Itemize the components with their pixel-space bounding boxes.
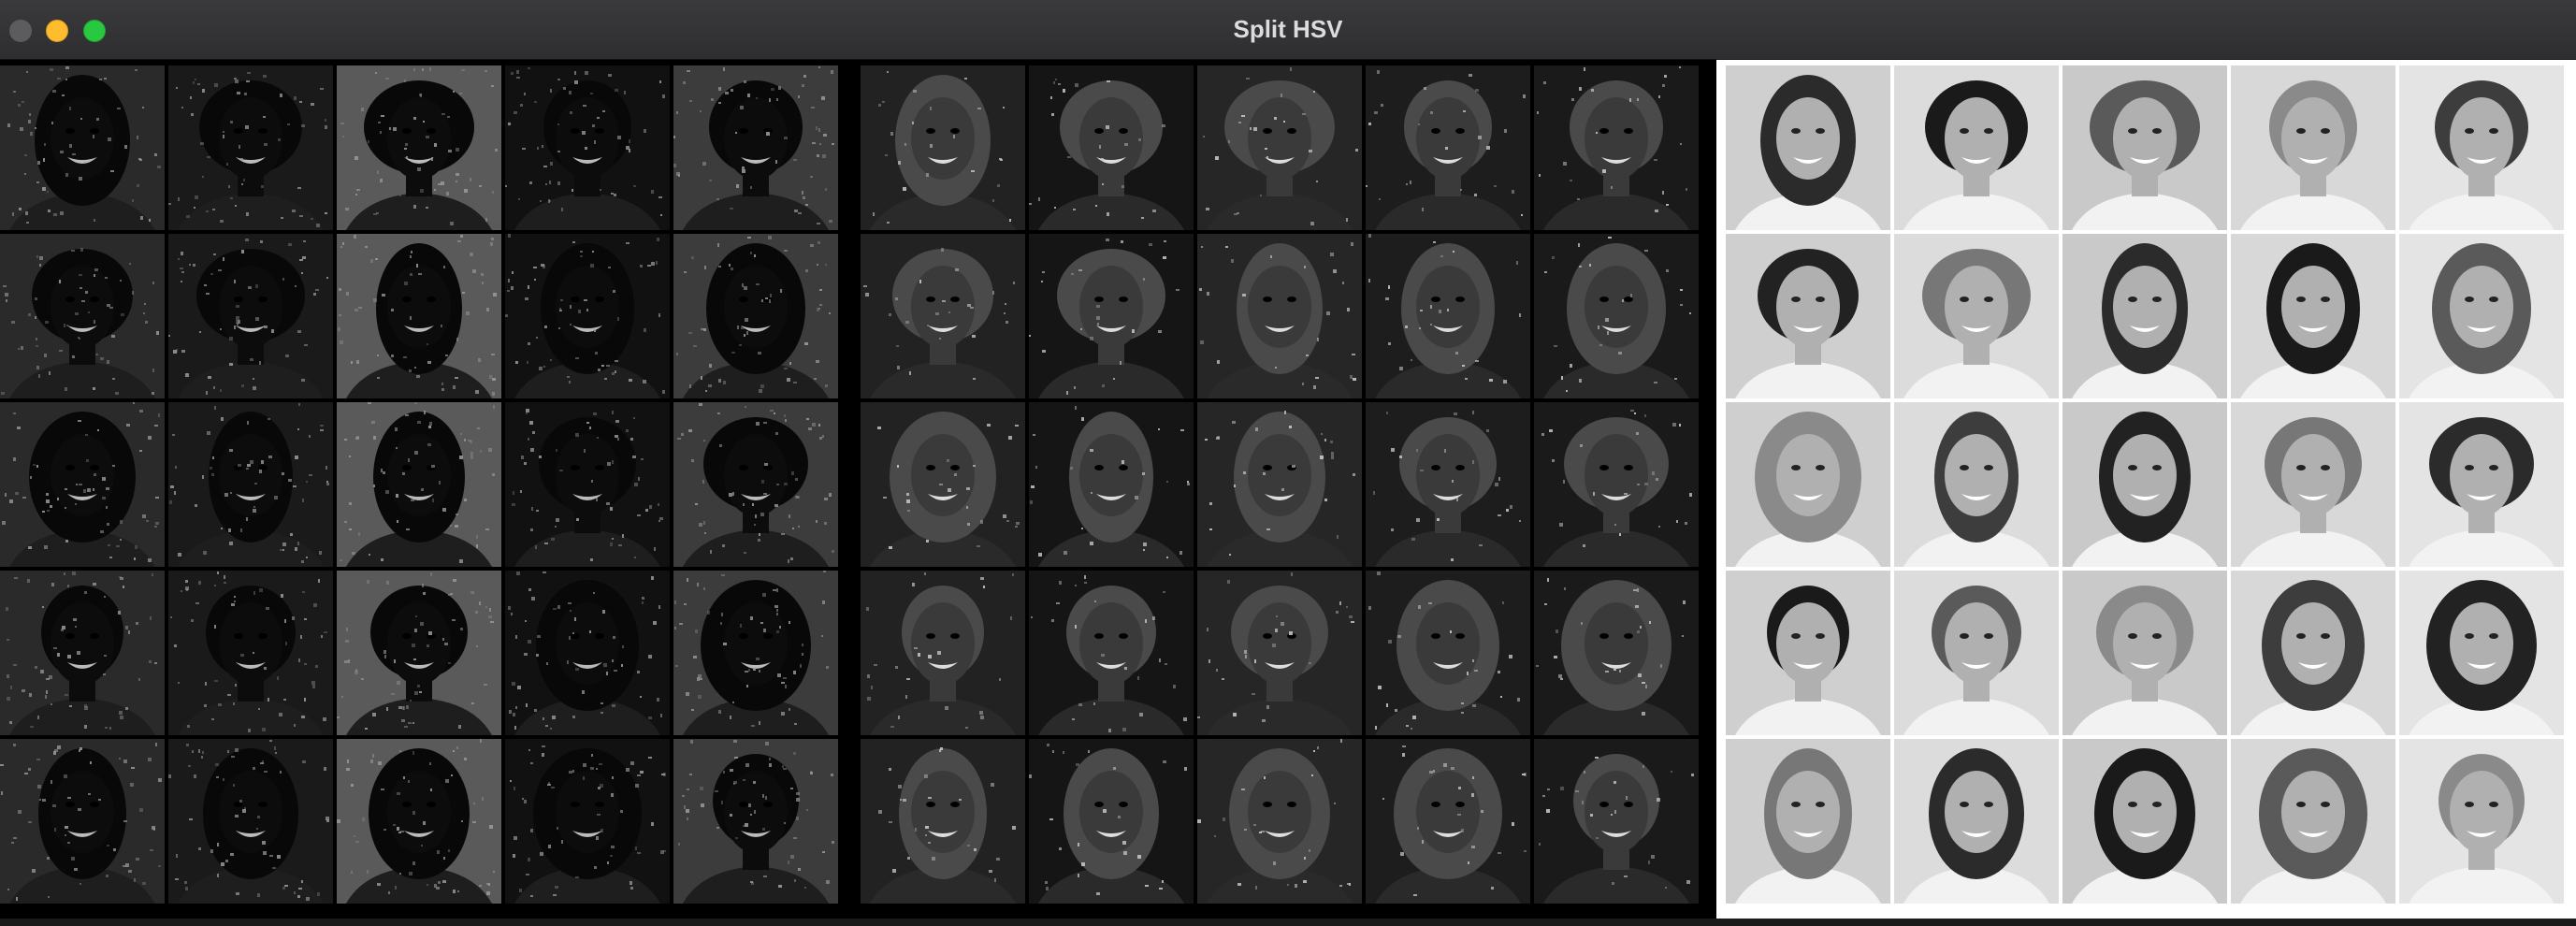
title-bar[interactable]: Split HSV	[0, 0, 2576, 60]
face-thumbnail	[1029, 65, 1194, 230]
window-title: Split HSV	[1233, 15, 1343, 43]
face-thumbnail	[337, 65, 501, 230]
face-thumbnail	[337, 234, 501, 398]
saturation-panel	[861, 60, 1716, 926]
face-thumbnail	[1029, 571, 1194, 735]
face-thumbnail	[673, 739, 838, 904]
app-window: Split HSV	[0, 0, 2576, 926]
face-thumbnail	[1534, 739, 1699, 904]
face-thumbnail	[861, 65, 1025, 230]
face-thumbnail	[0, 739, 165, 904]
face-thumbnail	[1366, 65, 1530, 230]
face-thumbnail	[2399, 739, 2564, 904]
face-thumbnail	[168, 234, 333, 398]
face-thumbnail	[1726, 234, 1890, 398]
face-thumbnail	[1894, 571, 2059, 735]
face-thumbnail	[1894, 402, 2059, 567]
face-thumbnail	[505, 739, 670, 904]
face-thumbnail	[1894, 739, 2059, 904]
face-thumbnail	[673, 234, 838, 398]
face-thumbnail	[861, 234, 1025, 398]
hue-panel	[0, 60, 861, 926]
face-thumbnail	[2062, 402, 2227, 567]
value-grid	[1726, 65, 2576, 904]
face-thumbnail	[1197, 402, 1362, 567]
value-panel	[1716, 60, 2576, 926]
face-thumbnail	[2231, 571, 2395, 735]
face-thumbnail	[1029, 402, 1194, 567]
face-thumbnail	[1894, 65, 2059, 230]
face-thumbnail	[0, 65, 165, 230]
face-thumbnail	[1197, 234, 1362, 398]
face-thumbnail	[168, 571, 333, 735]
image-area	[0, 60, 2576, 926]
face-thumbnail	[0, 571, 165, 735]
face-thumbnail	[2062, 234, 2227, 398]
face-thumbnail	[1726, 571, 1890, 735]
face-thumbnail	[337, 571, 501, 735]
face-thumbnail	[1029, 739, 1194, 904]
face-thumbnail	[2231, 739, 2395, 904]
face-thumbnail	[505, 571, 670, 735]
face-thumbnail	[2399, 402, 2564, 567]
face-thumbnail	[861, 571, 1025, 735]
face-thumbnail	[1366, 571, 1530, 735]
face-thumbnail	[673, 65, 838, 230]
face-thumbnail	[2062, 571, 2227, 735]
face-thumbnail	[673, 571, 838, 735]
face-thumbnail	[2062, 65, 2227, 230]
face-thumbnail	[1726, 65, 1890, 230]
face-thumbnail	[505, 65, 670, 230]
face-thumbnail	[1534, 402, 1699, 567]
face-thumbnail	[1197, 571, 1362, 735]
face-thumbnail	[861, 402, 1025, 567]
face-thumbnail	[337, 402, 501, 567]
face-thumbnail	[2231, 234, 2395, 398]
bottom-edge	[0, 919, 2576, 926]
face-thumbnail	[168, 402, 333, 567]
face-thumbnail	[673, 402, 838, 567]
hue-grid	[0, 65, 861, 904]
face-thumbnail	[2062, 739, 2227, 904]
face-thumbnail	[1894, 234, 2059, 398]
face-thumbnail	[505, 402, 670, 567]
face-thumbnail	[0, 402, 165, 567]
face-thumbnail	[1197, 65, 1362, 230]
face-thumbnail	[1534, 65, 1699, 230]
face-thumbnail	[1366, 739, 1530, 904]
face-thumbnail	[1366, 402, 1530, 567]
face-thumbnail	[2231, 65, 2395, 230]
face-thumbnail	[0, 234, 165, 398]
face-thumbnail	[168, 65, 333, 230]
face-thumbnail	[2399, 571, 2564, 735]
face-thumbnail	[1197, 739, 1362, 904]
saturation-grid	[861, 65, 1716, 904]
face-thumbnail	[1726, 402, 1890, 567]
face-thumbnail	[168, 739, 333, 904]
face-thumbnail	[505, 234, 670, 398]
face-thumbnail	[1029, 234, 1194, 398]
face-thumbnail	[2399, 65, 2564, 230]
face-thumbnail	[1726, 739, 1890, 904]
face-thumbnail	[861, 739, 1025, 904]
face-thumbnail	[2399, 234, 2564, 398]
face-thumbnail	[1366, 234, 1530, 398]
face-thumbnail	[1534, 571, 1699, 735]
face-thumbnail	[1534, 234, 1699, 398]
face-thumbnail	[337, 739, 501, 904]
face-thumbnail	[2231, 402, 2395, 567]
